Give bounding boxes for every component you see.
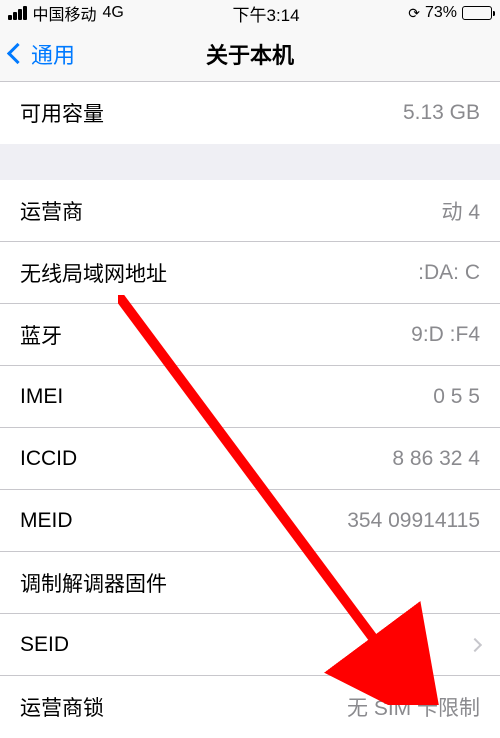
value-wlan: :DA: C	[418, 261, 480, 285]
value-meid: 354 09914115	[347, 509, 480, 533]
label-seid: SEID	[20, 633, 69, 657]
value-imei: 0 5 5	[433, 385, 480, 409]
label-available: 可用容量	[20, 98, 104, 128]
value-available: 5.13 GB	[403, 101, 480, 125]
label-meid: MEID	[20, 509, 73, 533]
signal-icon	[8, 6, 27, 20]
battery-icon	[462, 6, 492, 20]
value-seid	[466, 640, 480, 650]
orientation-lock-icon: ⟳	[408, 5, 420, 22]
label-carrier-lock: 运营商锁	[20, 692, 104, 722]
row-seid[interactable]: SEID	[0, 614, 500, 676]
label-wlan: 无线局域网地址	[20, 258, 167, 288]
nav-bar: 通用 关于本机	[0, 26, 500, 82]
value-iccid: 8 86 32 4	[392, 447, 480, 471]
settings-group-device: 运营商 动 4 无线局域网地址 :DA: C 蓝牙 9:D :F4 IMEI 0…	[0, 180, 500, 738]
status-left: 中国移动 4G	[8, 1, 124, 25]
back-label: 通用	[31, 38, 75, 70]
settings-group-storage: 可用容量 5.13 GB	[0, 82, 500, 144]
carrier-name: 中国移动	[33, 1, 97, 25]
page-title: 关于本机	[206, 38, 294, 70]
network-type: 4G	[103, 4, 124, 22]
status-time: 下午3:14	[233, 1, 300, 26]
value-bluetooth: 9:D :F4	[411, 323, 480, 347]
row-modem-firmware[interactable]: 调制解调器固件	[0, 552, 500, 614]
row-carrier-lock[interactable]: 运营商锁 无 SIM 卡限制	[0, 676, 500, 738]
row-available-storage[interactable]: 可用容量 5.13 GB	[0, 82, 500, 144]
row-iccid[interactable]: ICCID 8 86 32 4	[0, 428, 500, 490]
back-button[interactable]: 通用	[10, 38, 75, 70]
status-right: ⟳ 73%	[408, 4, 492, 22]
row-meid[interactable]: MEID 354 09914115	[0, 490, 500, 552]
label-carrier: 运营商	[20, 196, 83, 226]
chevron-right-icon	[468, 637, 482, 651]
battery-percent: 73%	[425, 4, 457, 22]
row-imei[interactable]: IMEI 0 5 5	[0, 366, 500, 428]
row-carrier[interactable]: 运营商 动 4	[0, 180, 500, 242]
label-modem: 调制解调器固件	[20, 568, 167, 598]
row-wlan-address[interactable]: 无线局域网地址 :DA: C	[0, 242, 500, 304]
label-bluetooth: 蓝牙	[20, 320, 62, 350]
label-imei: IMEI	[20, 385, 63, 409]
value-carrier: 动 4	[441, 196, 480, 226]
status-bar: 中国移动 4G 下午3:14 ⟳ 73%	[0, 0, 500, 26]
row-bluetooth[interactable]: 蓝牙 9:D :F4	[0, 304, 500, 366]
value-carrier-lock: 无 SIM 卡限制	[347, 692, 480, 722]
label-iccid: ICCID	[20, 447, 77, 471]
chevron-left-icon	[7, 43, 28, 64]
